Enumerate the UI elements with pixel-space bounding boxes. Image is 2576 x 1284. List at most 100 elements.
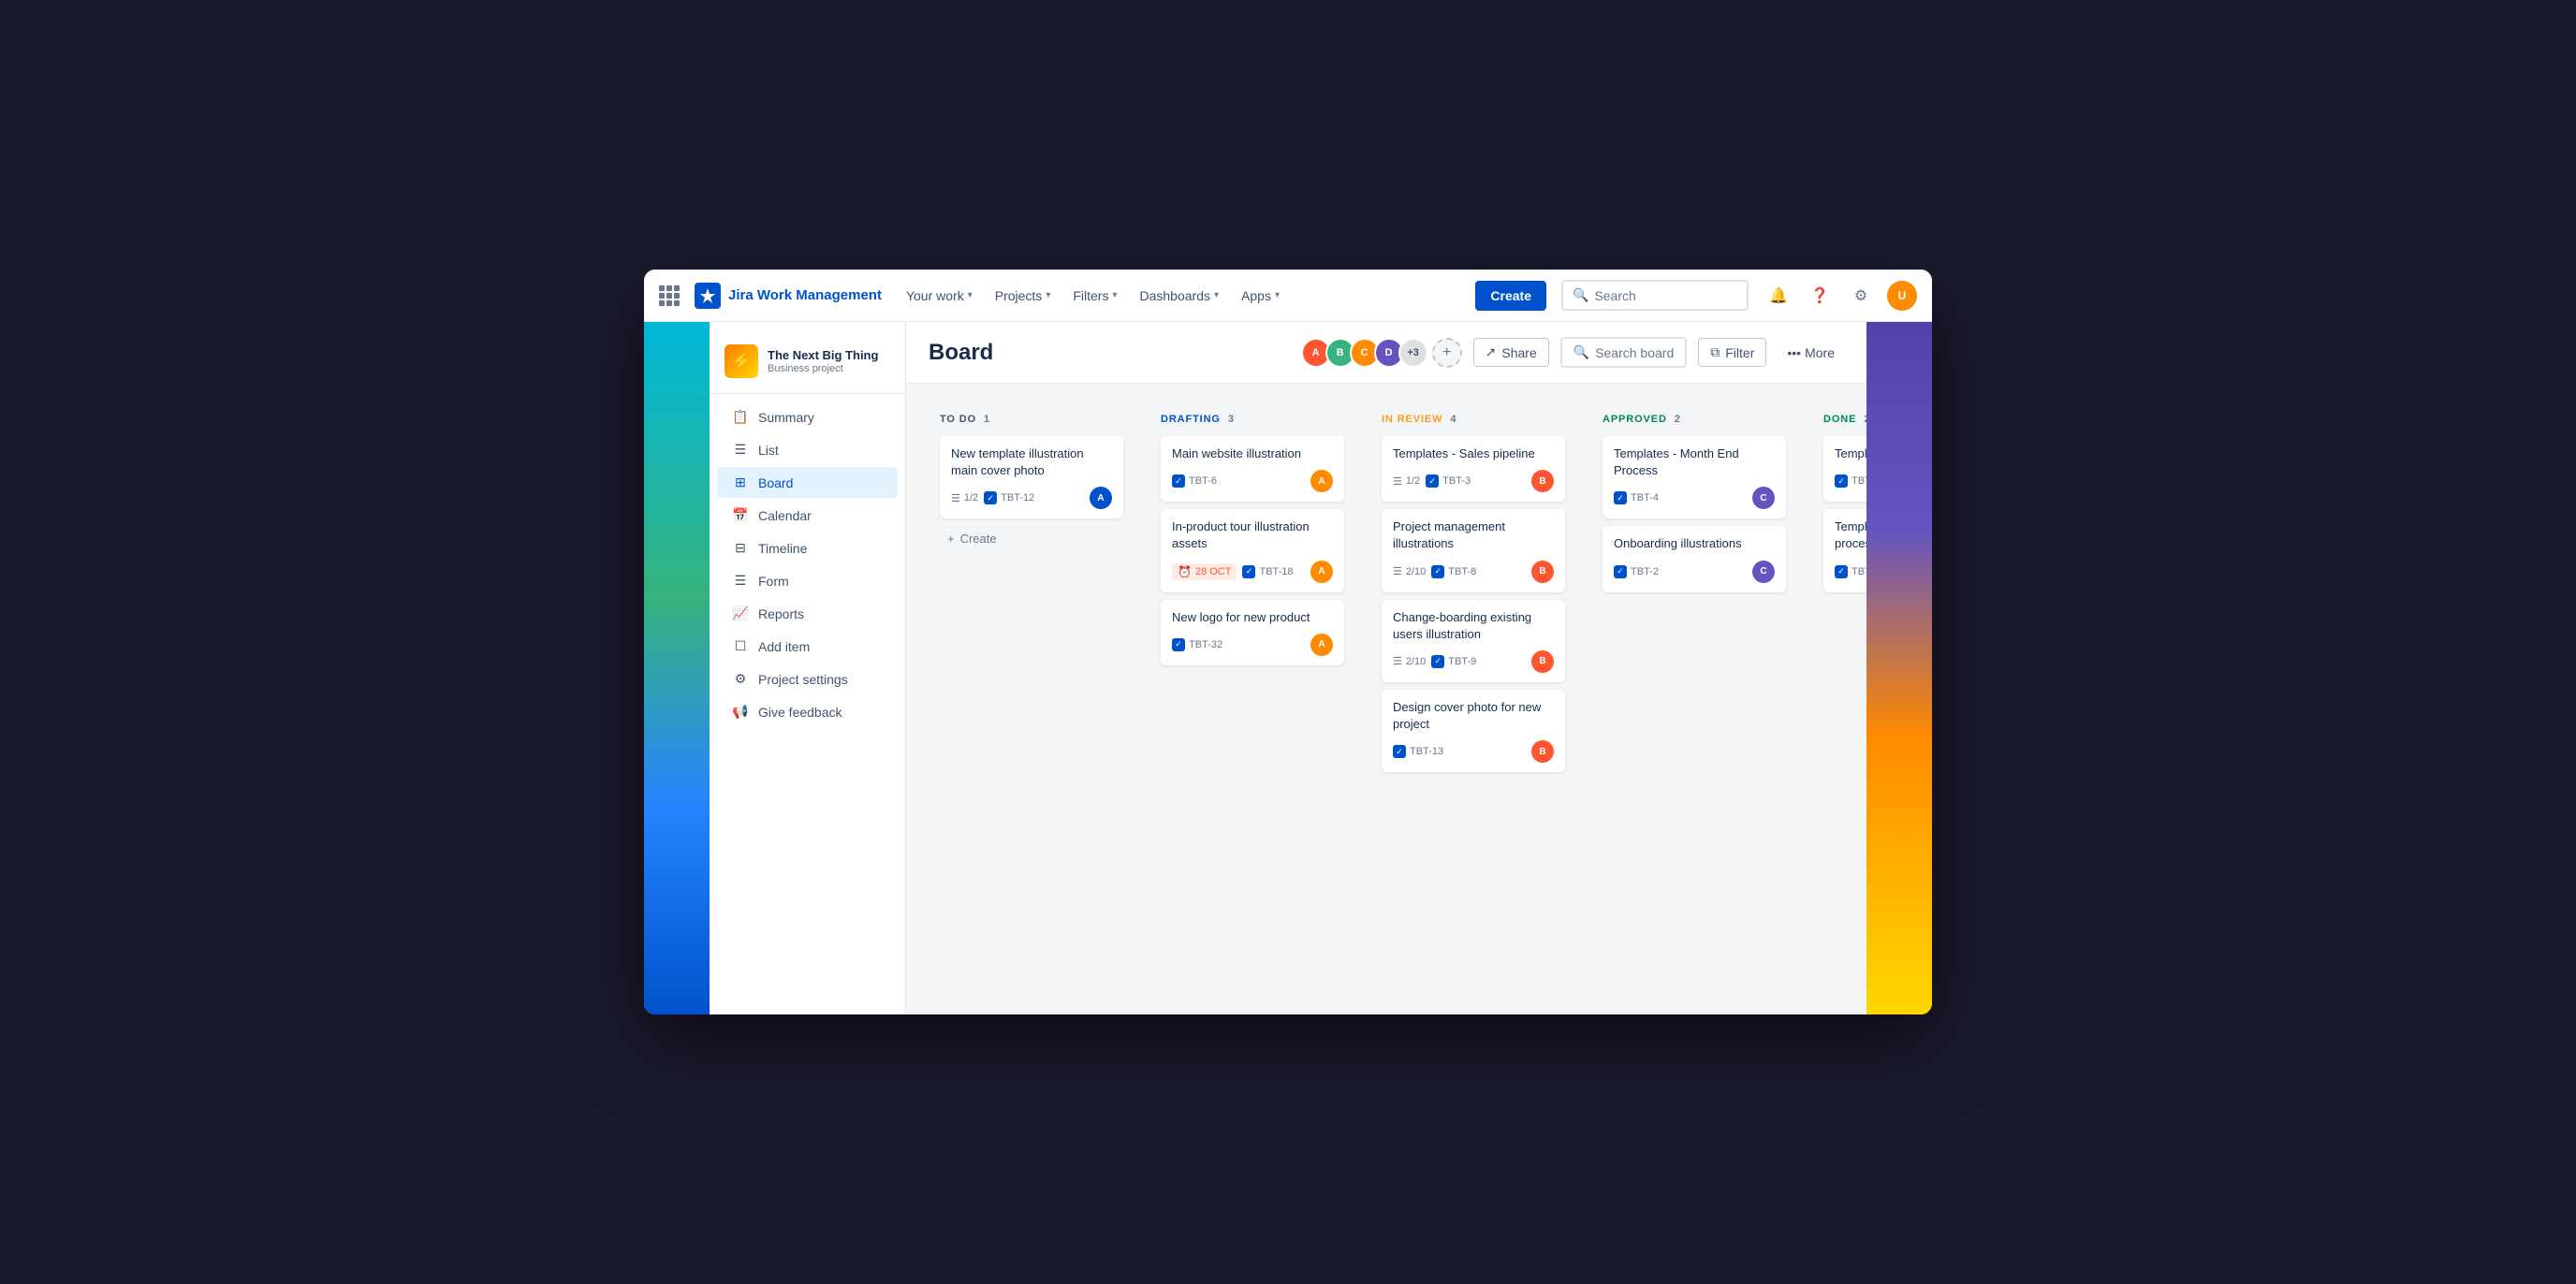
- chevron-icon: ▾: [1046, 290, 1050, 300]
- card-meta: ✓ TBT-32 A: [1172, 634, 1333, 656]
- card-tbt13[interactable]: Design cover photo for new project ✓ TBT…: [1382, 690, 1565, 772]
- card-tbt3-done[interactable]: Templates - Website design process ✓ TBT…: [1823, 509, 1866, 591]
- avatar-group: A B C D +3 +: [1301, 338, 1462, 368]
- project-info: The Next Big Thing Business project: [768, 348, 878, 374]
- nav-your-work[interactable]: Your work ▾: [897, 283, 982, 309]
- feedback-icon: 📢: [732, 704, 749, 720]
- card-tags: ☰ 2/10 ✓ TBT-9: [1393, 655, 1476, 668]
- user-avatar[interactable]: U: [1887, 281, 1917, 311]
- sidebar-item-add-item[interactable]: ☐ Add item: [717, 631, 898, 662]
- card-id: ✓ TBT-9: [1431, 655, 1476, 668]
- summary-icon: 📋: [732, 409, 749, 425]
- jira-logo-icon: [695, 283, 721, 309]
- column-label-approved: APPROVED: [1603, 414, 1667, 425]
- card-title: Change-boarding existing users illustrat…: [1393, 609, 1554, 643]
- avatar-extra: +3: [1398, 338, 1428, 368]
- column-label-todo: TO DO: [940, 414, 976, 425]
- card-title: New logo for new product: [1172, 609, 1333, 626]
- settings-icon[interactable]: ⚙: [1846, 281, 1876, 311]
- card-id: ✓ TBT-3: [1426, 474, 1471, 488]
- card-id: ✓ TBT-13: [1393, 745, 1443, 758]
- card-title: Project management illustrations: [1393, 518, 1554, 552]
- project-icon: ⚡: [724, 344, 758, 378]
- sidebar-item-board[interactable]: ⊞ Board: [717, 467, 898, 498]
- search-board-input[interactable]: 🔍 Search board: [1560, 337, 1688, 368]
- card-avatar: B: [1531, 740, 1554, 763]
- card-id: ✓ TBT-1: [1835, 474, 1866, 488]
- card-tags: ☰ 1/2 ✓ TBT-12: [951, 491, 1034, 504]
- filter-button[interactable]: ⧉ Filter: [1698, 338, 1766, 367]
- check-icon: ✓: [1242, 565, 1255, 578]
- nav-dashboards[interactable]: Dashboards ▾: [1131, 283, 1229, 309]
- more-icon: •••: [1787, 345, 1801, 360]
- card-tbt6[interactable]: Main website illustration ✓ TBT-6 A: [1161, 436, 1344, 502]
- card-id: ✓ TBT-8: [1431, 565, 1476, 578]
- subtask-icon: ☰: [1393, 475, 1402, 488]
- jira-logo[interactable]: Jira Work Management: [695, 283, 882, 309]
- sidebar-item-timeline[interactable]: ⊟ Timeline: [717, 533, 898, 563]
- card-tbt32[interactable]: New logo for new product ✓ TBT-32 A: [1161, 600, 1344, 665]
- sidebar-item-list[interactable]: ☰ List: [717, 434, 898, 465]
- card-avatar: A: [1310, 561, 1333, 583]
- create-button[interactable]: Create: [1475, 281, 1546, 311]
- card-tbt18[interactable]: In-product tour illustration assets ⏰ 28…: [1161, 509, 1344, 591]
- plus-icon: +: [947, 532, 955, 546]
- notifications-icon[interactable]: 🔔: [1764, 281, 1793, 311]
- sidebar-item-reports[interactable]: 📈 Reports: [717, 598, 898, 629]
- card-tbt2[interactable]: Onboarding illustrations ✓ TBT-2 C: [1603, 526, 1786, 591]
- board-actions: A B C D +3 + ↗ Share 🔍 Search board: [1301, 337, 1844, 368]
- subtask-icon: ☰: [1393, 565, 1402, 577]
- apps-grid-icon[interactable]: [659, 285, 680, 306]
- more-button[interactable]: ••• More: [1778, 340, 1844, 366]
- card-tbt12[interactable]: New template illustration main cover pho…: [940, 436, 1123, 518]
- card-title: Design cover photo for new project: [1393, 699, 1554, 733]
- sidebar-item-project-settings[interactable]: ⚙ Project settings: [717, 664, 898, 694]
- search-icon: 🔍: [1573, 344, 1589, 360]
- check-icon: ✓: [1835, 565, 1848, 578]
- card-id: ✓ TBT-2: [1614, 565, 1659, 578]
- nav-projects[interactable]: Projects ▾: [986, 283, 1061, 309]
- project-header: ⚡ The Next Big Thing Business project: [710, 337, 905, 394]
- global-search[interactable]: 🔍 Search: [1561, 280, 1749, 311]
- card-tbt8[interactable]: Project management illustrations ☰ 2/10 …: [1382, 509, 1565, 591]
- content-area: Board A B C D +3 + ↗ Share �: [906, 322, 1866, 1014]
- card-tags: ☰ 2/10 ✓ TBT-8: [1393, 565, 1476, 578]
- nav-filters[interactable]: Filters ▾: [1063, 283, 1126, 309]
- logo-text: Jira Work Management: [728, 287, 882, 303]
- card-id: ✓ TBT-3: [1835, 565, 1866, 578]
- card-meta: ⏰ 28 OCT ✓ TBT-18 A: [1172, 561, 1333, 583]
- card-tbt4[interactable]: Templates - Month End Process ✓ TBT-4 C: [1603, 436, 1786, 518]
- create-button[interactable]: + Create: [940, 526, 1123, 551]
- reports-icon: 📈: [732, 606, 749, 621]
- add-avatar-button[interactable]: +: [1432, 338, 1462, 368]
- list-icon: ☰: [732, 442, 749, 458]
- card-avatar: C: [1752, 487, 1775, 509]
- sidebar-item-form[interactable]: ☰ Form: [717, 565, 898, 596]
- settings-icon: ⚙: [732, 671, 749, 687]
- card-title: Templates - Website design process: [1835, 518, 1866, 552]
- card-tbt3-review[interactable]: Templates - Sales pipeline ☰ 1/2 ✓ TBT-3: [1382, 436, 1565, 502]
- help-icon[interactable]: ❓: [1805, 281, 1835, 311]
- share-button[interactable]: ↗ Share: [1473, 338, 1549, 367]
- column-drafting: DRAFTING 3 Main website illustration ✓ T…: [1149, 402, 1355, 777]
- subtask-icon: ☰: [1393, 655, 1402, 667]
- sidebar-item-summary[interactable]: 📋 Summary: [717, 401, 898, 432]
- card-meta: ☰ 2/10 ✓ TBT-8 B: [1393, 561, 1554, 583]
- card-meta: ✓ TBT-13 B: [1393, 740, 1554, 763]
- sidebar-item-calendar[interactable]: 📅 Calendar: [717, 500, 898, 531]
- nav-apps[interactable]: Apps ▾: [1232, 283, 1289, 309]
- card-title: Templates - Sales pipeline: [1393, 445, 1554, 462]
- card-tags: ☰ 1/2 ✓ TBT-3: [1393, 474, 1471, 488]
- card-subtask: ☰ 2/10: [1393, 565, 1426, 577]
- card-avatar: C: [1752, 561, 1775, 583]
- card-title: Onboarding illustrations: [1614, 535, 1775, 552]
- column-todo: TO DO 1 New template illustration main c…: [929, 402, 1134, 777]
- filter-icon: ⧉: [1710, 344, 1720, 360]
- card-meta: ☰ 2/10 ✓ TBT-9 B: [1393, 650, 1554, 673]
- card-id: ✓ TBT-6: [1172, 474, 1217, 488]
- card-tbt9[interactable]: Change-boarding existing users illustrat…: [1382, 600, 1565, 682]
- card-tbt1[interactable]: Templates - Asset creation ✓ TBT-1 D: [1823, 436, 1866, 502]
- right-color-bar: [1866, 322, 1932, 1014]
- check-icon: ✓: [1835, 474, 1848, 488]
- sidebar-item-give-feedback[interactable]: 📢 Give feedback: [717, 696, 898, 727]
